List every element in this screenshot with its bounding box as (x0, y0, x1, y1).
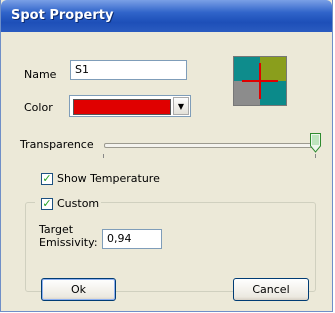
window-title: Spot Property (11, 8, 114, 23)
transparence-label: Transparence (20, 138, 94, 151)
emissivity-input[interactable]: 0,94 (102, 229, 162, 249)
custom-checkbox[interactable]: ✓ (41, 198, 53, 210)
show-temperature-label: Show Temperature (57, 172, 160, 185)
transparence-slider-thumb[interactable] (310, 133, 321, 153)
chevron-down-icon[interactable]: ▼ (173, 97, 189, 115)
color-select[interactable]: ▼ (69, 95, 191, 117)
custom-label: Custom (57, 197, 100, 210)
name-input[interactable]: S1 (70, 60, 187, 80)
spot-preview-icon (233, 56, 287, 106)
slider-tick-max (315, 154, 316, 158)
dialog-content: Name S1 Color ▼ Transparence ✓ Show Temp… (4, 32, 329, 308)
ok-button[interactable]: Ok (41, 278, 116, 301)
title-bar[interactable]: Spot Property (1, 0, 332, 32)
slider-tick-min (103, 154, 104, 158)
emissivity-label: Emissivity: (39, 236, 98, 249)
color-swatch (73, 99, 171, 115)
transparence-slider-track[interactable] (104, 143, 319, 148)
cancel-button[interactable]: Cancel (233, 278, 309, 301)
color-label: Color (24, 101, 53, 114)
crosshair-icon (242, 63, 278, 99)
spot-property-dialog: Spot Property Name S1 Color ▼ Transparen… (0, 0, 333, 312)
target-label: Target (39, 223, 74, 236)
show-temperature-checkbox[interactable]: ✓ (41, 173, 53, 185)
name-label: Name (24, 68, 57, 81)
